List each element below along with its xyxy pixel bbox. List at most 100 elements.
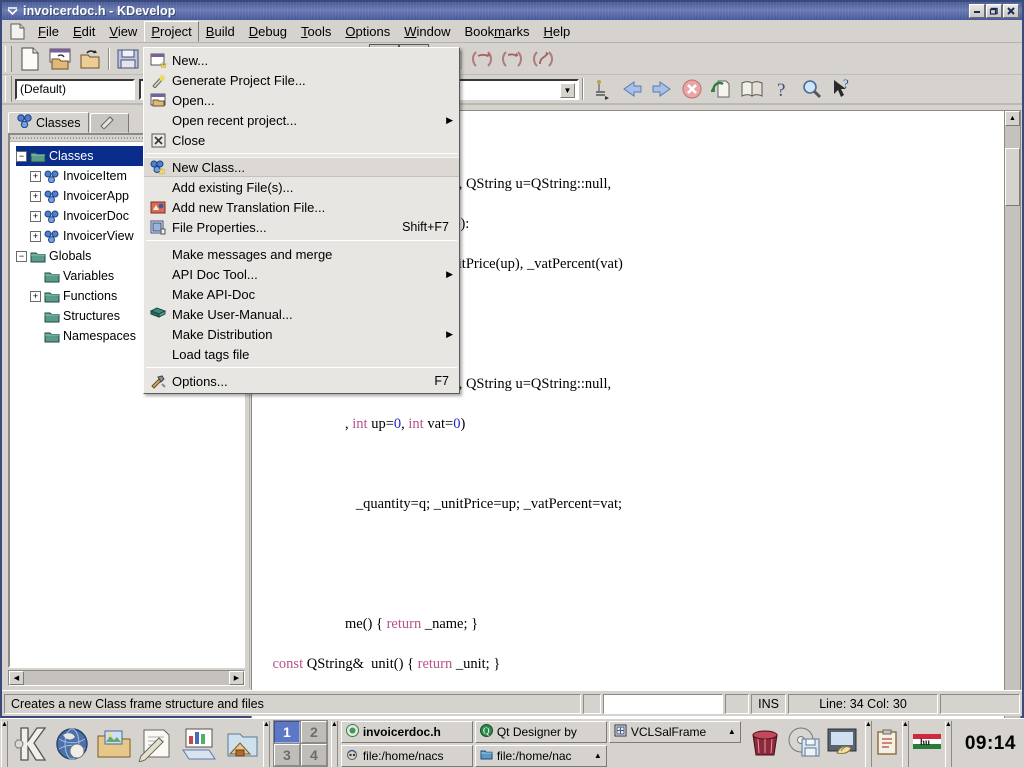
expander-icon[interactable]: + xyxy=(30,210,41,222)
scroll-right-button[interactable]: ▶ xyxy=(229,671,244,685)
pencil-paper-icon[interactable] xyxy=(135,721,177,767)
task-vclsalframe[interactable]: VCLSalFrame ▲ xyxy=(608,720,741,743)
menu-item-options[interactable]: Options... F7 xyxy=(144,371,459,391)
menu-item-add-new-translation-file[interactable]: Add new Translation File... xyxy=(144,197,459,217)
reload-doc-icon[interactable] xyxy=(707,75,737,104)
menu-tools[interactable]: Tools xyxy=(294,21,338,42)
expander-icon[interactable]: + xyxy=(30,290,41,302)
expander-icon[interactable]: + xyxy=(30,170,41,182)
trash-icon[interactable] xyxy=(747,725,783,762)
search-icon[interactable] xyxy=(797,75,827,104)
clipboard-icon[interactable] xyxy=(876,729,898,758)
menu-item-generate-project-file[interactable]: Generate Project File... xyxy=(144,70,459,90)
braces-forward-icon[interactable] xyxy=(497,44,527,73)
open-project-folder-icon[interactable] xyxy=(45,44,75,73)
stop-small-icon[interactable] xyxy=(677,75,707,104)
window-menu-icon[interactable] xyxy=(4,4,20,19)
title-bar[interactable]: invoicerdoc.h - KDevelop xyxy=(2,2,1022,20)
menu-item-make-messages-and-merge[interactable]: Make messages and merge xyxy=(144,244,459,264)
task-konqueror-home[interactable]: file:/home/nacs xyxy=(340,744,473,767)
task-file-browser[interactable]: file:/home/nac ▲ xyxy=(474,744,607,767)
kmenu-button[interactable] xyxy=(9,721,51,767)
menu-item-new-class[interactable]: New Class... xyxy=(144,157,459,177)
keyboard-layout-hu-icon[interactable]: hu xyxy=(912,732,941,755)
scroll-trough[interactable] xyxy=(1005,126,1020,768)
menu-window[interactable]: Window xyxy=(397,21,457,42)
sidebar-tab-documents[interactable] xyxy=(90,113,130,133)
arrow-left-icon[interactable] xyxy=(617,75,647,104)
close-button[interactable] xyxy=(1003,4,1019,18)
panel-handle-pager[interactable]: ▲ xyxy=(262,720,270,767)
pager-desktop-4[interactable]: 4 xyxy=(300,744,327,766)
menu-bookmarks[interactable]: Bookmarks xyxy=(457,21,536,42)
menu-build[interactable]: Build xyxy=(199,21,242,42)
scroll-trough[interactable] xyxy=(24,671,229,685)
sidebar-tab-classes[interactable]: Classes xyxy=(8,112,90,133)
menu-item-api-doc-tool[interactable]: API Doc Tool... ▶ xyxy=(144,264,459,284)
menu-debug[interactable]: Debug xyxy=(242,21,294,42)
question-mark-icon[interactable]: ? xyxy=(767,75,797,104)
open-folder-icon[interactable] xyxy=(75,44,105,73)
klipper-icon[interactable] xyxy=(825,725,861,762)
menu-options[interactable]: Options xyxy=(338,21,397,42)
save-icon[interactable] xyxy=(113,44,143,73)
panel-handle-tasks[interactable]: ▲ xyxy=(330,720,338,767)
menu-item-open-recent-project[interactable]: Open recent project... ▶ xyxy=(144,110,459,130)
maximize-button[interactable] xyxy=(986,4,1002,18)
panel-handle-tray2[interactable]: ▲ xyxy=(901,720,909,767)
braces-back-icon[interactable] xyxy=(467,44,497,73)
menu-item-file-properties[interactable]: File Properties... Shift+F7 xyxy=(144,217,459,237)
expander-icon[interactable]: + xyxy=(30,230,41,242)
folder-classes-icon xyxy=(43,329,60,344)
bookmark-icon[interactable] xyxy=(587,75,617,104)
menu-item-new-project[interactable]: New... xyxy=(144,50,459,70)
new-file-button[interactable] xyxy=(15,44,45,73)
chevron-down-icon[interactable]: ▼ xyxy=(560,82,575,98)
braces-switch-icon[interactable] xyxy=(527,44,557,73)
menu-file[interactable]: File xyxy=(31,21,66,42)
menu-item-make-user-manual[interactable]: Make User-Manual... xyxy=(144,304,459,324)
expander-icon[interactable]: − xyxy=(16,250,27,262)
menu-view[interactable]: View xyxy=(102,21,144,42)
pager-desktop-3[interactable]: 3 xyxy=(273,744,300,766)
scroll-left-button[interactable]: ◀ xyxy=(9,671,24,685)
panel-handle-left[interactable]: ▲ xyxy=(1,720,8,767)
menu-item-load-tags-file[interactable]: Load tags file xyxy=(144,344,459,364)
panel-handle-clock[interactable]: ▲ xyxy=(944,720,952,767)
whats-this-icon[interactable]: ? xyxy=(827,75,857,104)
task-overflow-arrow-icon[interactable]: ▲ xyxy=(728,727,736,736)
pager-desktop-2[interactable]: 2 xyxy=(300,721,327,743)
task-overflow-arrow-icon[interactable]: ▲ xyxy=(594,751,602,760)
menu-item-make-distribution[interactable]: Make Distribution ▶ xyxy=(144,324,459,344)
editor-vertical-scrollbar[interactable]: ▲ ▲ ▼ xyxy=(1004,111,1020,768)
status-insert-mode: INS xyxy=(751,693,786,714)
toolbar2-grip[interactable] xyxy=(5,76,12,102)
menu-item-make-api-doc[interactable]: Make API-Doc xyxy=(144,284,459,304)
expander-icon[interactable]: − xyxy=(16,150,27,162)
home-folder-icon[interactable] xyxy=(220,721,262,767)
globe-icon[interactable] xyxy=(51,721,93,767)
cdrom-floppy-icon[interactable] xyxy=(786,725,822,762)
pager-desktop-1[interactable]: 1 xyxy=(273,721,300,743)
clock[interactable]: 09:14 xyxy=(957,733,1024,755)
task-invoicerdoc[interactable]: invoicerdoc.h xyxy=(340,720,473,743)
menu-item-add-existing-files[interactable]: Add existing File(s)... xyxy=(144,177,459,197)
task-qt-designer[interactable]: Q Qt Designer by xyxy=(474,720,607,743)
arrow-right-icon[interactable] xyxy=(647,75,677,104)
menu-edit[interactable]: Edit xyxy=(66,21,102,42)
scroll-thumb[interactable] xyxy=(1005,148,1020,206)
menu-item-close-project[interactable]: Close xyxy=(144,130,459,150)
menu-item-open-project[interactable]: Open... xyxy=(144,90,459,110)
menu-help[interactable]: Help xyxy=(537,21,578,42)
expander-icon[interactable]: + xyxy=(30,190,41,202)
scroll-up-button[interactable]: ▲ xyxy=(1005,111,1020,126)
tree-horizontal-scrollbar[interactable]: ◀ ▶ xyxy=(8,670,245,686)
menu-project[interactable]: Project xyxy=(144,20,199,42)
folder-image-icon[interactable] xyxy=(93,721,135,767)
toolbar-grip[interactable] xyxy=(5,45,12,72)
presentation-icon[interactable] xyxy=(178,721,220,767)
config-combo[interactable]: (Default) xyxy=(15,78,135,100)
panel-handle-tray[interactable]: ▲ xyxy=(864,720,872,767)
minimize-button[interactable] xyxy=(969,4,985,18)
book-open-icon[interactable] xyxy=(737,75,767,104)
